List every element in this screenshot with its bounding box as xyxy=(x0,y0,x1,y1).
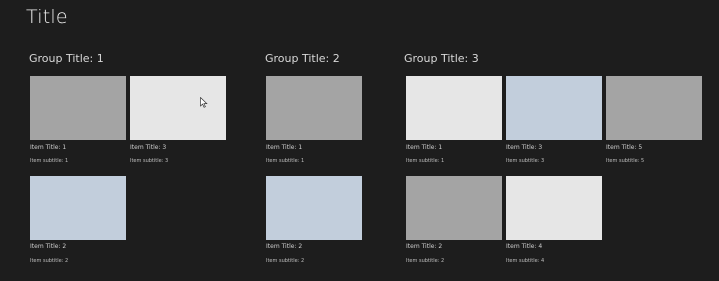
item-title: Item Title: 1 xyxy=(30,144,67,151)
group-title-2[interactable]: Group Title: 2 xyxy=(265,52,340,65)
item-subtitle: Item subtitle: 2 xyxy=(406,258,445,264)
tile-group3-item5[interactable] xyxy=(606,76,702,140)
tile-group1-item2[interactable] xyxy=(30,176,126,240)
item-title: Item Title: 4 xyxy=(506,243,543,250)
item-subtitle: Item subtitle: 2 xyxy=(30,258,69,264)
item-subtitle: Item subtitle: 1 xyxy=(30,158,69,164)
tile-group2-item2[interactable] xyxy=(266,176,362,240)
tile-group1-item1[interactable] xyxy=(30,76,126,140)
mouse-pointer-icon xyxy=(200,97,208,108)
item-subtitle: Item subtitle: 5 xyxy=(606,158,645,164)
item-subtitle: Item subtitle: 3 xyxy=(130,158,169,164)
item-title: Item Title: 2 xyxy=(266,243,303,250)
page-title: Title xyxy=(26,6,68,28)
tile-group2-item1[interactable] xyxy=(266,76,362,140)
item-title: Item Title: 1 xyxy=(266,144,303,151)
item-title: Item Title: 3 xyxy=(506,144,543,151)
item-title: Item Title: 5 xyxy=(606,144,643,151)
item-title: Item Title: 2 xyxy=(406,243,443,250)
item-title: Item Title: 1 xyxy=(406,144,443,151)
tile-group3-item2[interactable] xyxy=(406,176,502,240)
item-subtitle: Item subtitle: 1 xyxy=(266,158,305,164)
item-subtitle: Item subtitle: 1 xyxy=(406,158,445,164)
group-title-1[interactable]: Group Title: 1 xyxy=(29,52,104,65)
group-title-3[interactable]: Group Title: 3 xyxy=(404,52,479,65)
item-subtitle: Item subtitle: 4 xyxy=(506,258,545,264)
tile-group1-item3[interactable] xyxy=(130,76,226,140)
tile-group3-item1[interactable] xyxy=(406,76,502,140)
tile-group3-item3[interactable] xyxy=(506,76,602,140)
item-subtitle: Item subtitle: 2 xyxy=(266,258,305,264)
tile-group3-item4[interactable] xyxy=(506,176,602,240)
item-title: Item Title: 3 xyxy=(130,144,167,151)
item-title: Item Title: 2 xyxy=(30,243,67,250)
item-subtitle: Item subtitle: 3 xyxy=(506,158,545,164)
